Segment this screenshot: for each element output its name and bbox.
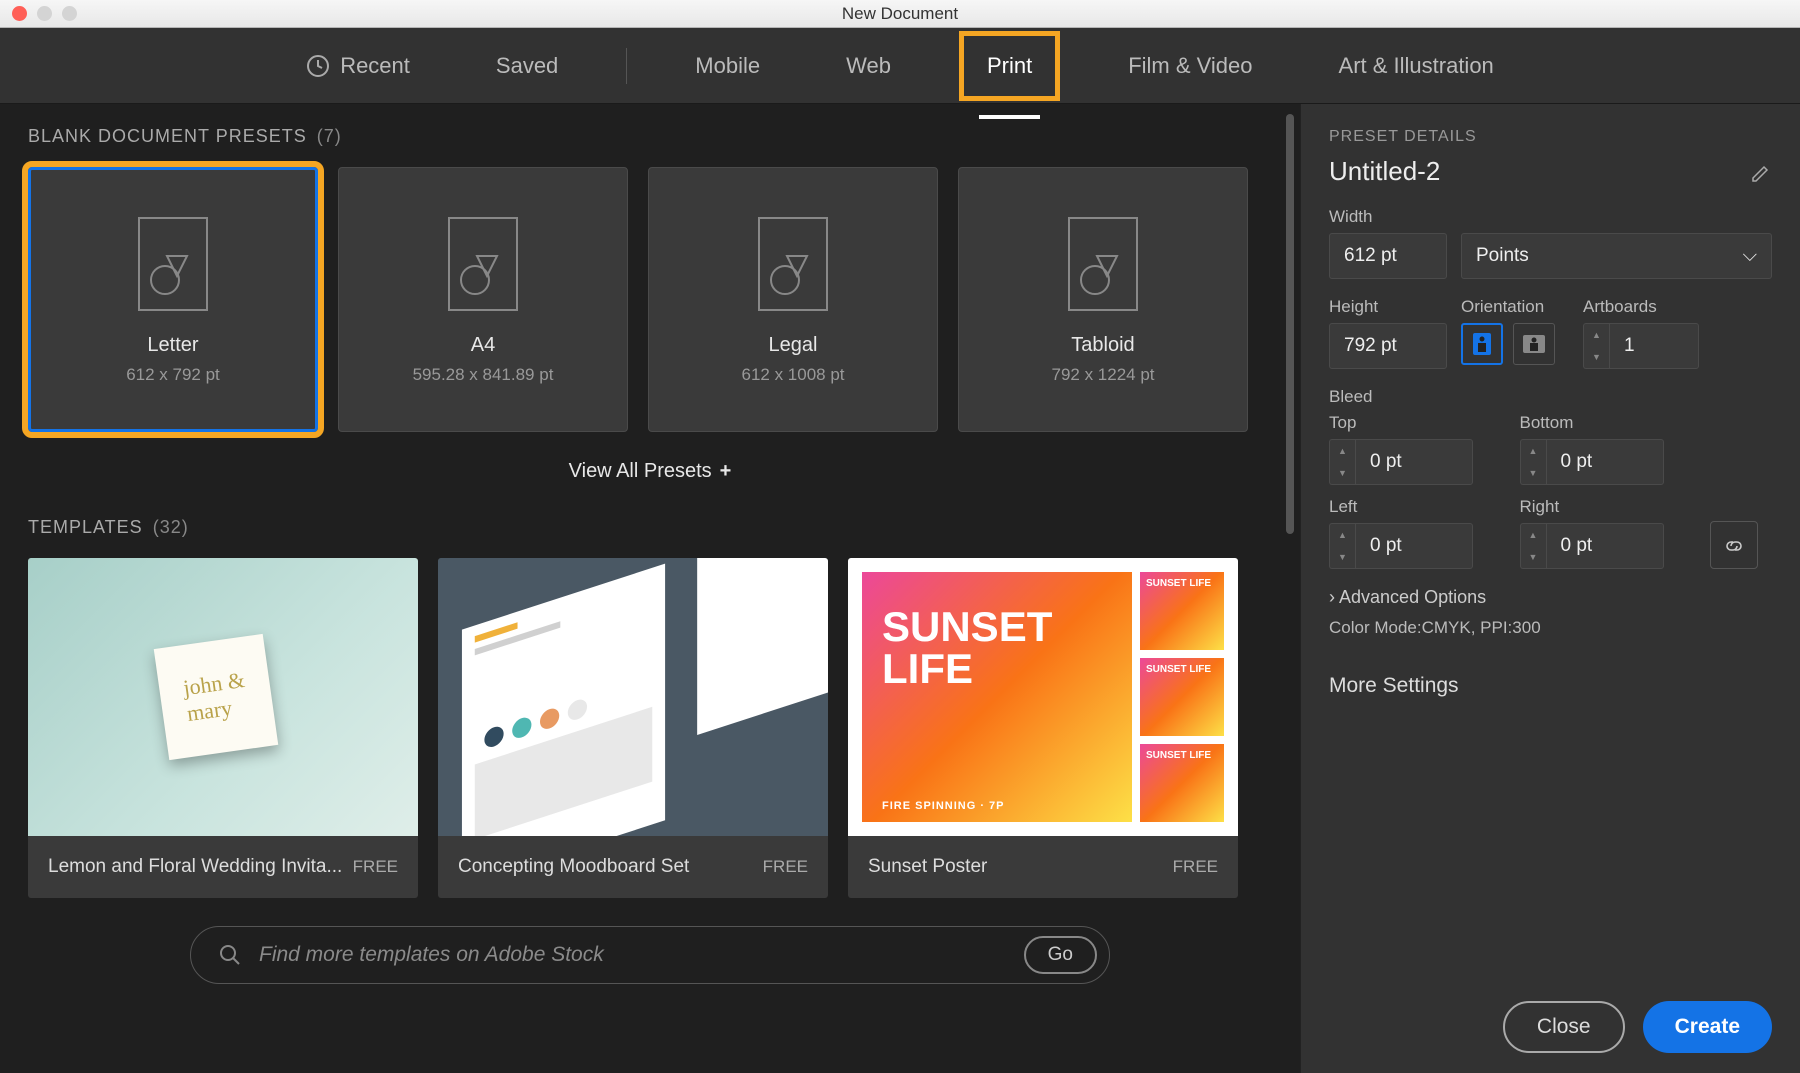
tab-divider	[626, 48, 627, 84]
create-button[interactable]: Create	[1643, 1001, 1772, 1053]
tab-recent[interactable]: Recent	[288, 45, 428, 87]
preset-details-panel: PRESET DETAILS Untitled-2 Width 612 pt P…	[1300, 104, 1800, 1073]
close-button[interactable]: Close	[1503, 1001, 1625, 1053]
bleed-left-field[interactable]: ▲▼0 pt	[1329, 523, 1504, 569]
window-title: New Document	[842, 4, 958, 24]
free-badge: FREE	[353, 857, 398, 877]
template-moodboard[interactable]: Concepting Moodboard SetFREE	[438, 558, 828, 898]
page-icon	[1059, 214, 1147, 314]
link-icon	[1723, 534, 1745, 556]
window-maximize-button[interactable]	[62, 6, 77, 21]
templates-heading: TEMPLATES(32)	[28, 517, 1272, 538]
template-thumbnail	[438, 558, 828, 836]
page-icon	[129, 214, 217, 314]
category-tabs: Recent Saved Mobile Web Print Film & Vid…	[0, 28, 1800, 104]
height-label: Height	[1329, 297, 1447, 317]
color-mode-text: Color Mode:CMYK, PPI:300	[1329, 618, 1772, 638]
preset-tabloid[interactable]: Tabloid 792 x 1224 pt	[958, 167, 1248, 432]
orientation-label: Orientation	[1461, 297, 1555, 317]
preset-dimensions: 612 x 792 pt	[126, 365, 220, 385]
page-icon	[439, 214, 527, 314]
units-select[interactable]: Points ⌵	[1461, 233, 1772, 279]
link-bleed-button[interactable]	[1710, 521, 1758, 569]
more-settings-button[interactable]: More Settings	[1329, 674, 1772, 698]
orientation-portrait[interactable]	[1461, 323, 1503, 365]
scrollbar[interactable]	[1286, 114, 1294, 534]
page-icon	[749, 214, 837, 314]
search-icon	[219, 944, 241, 966]
plus-icon: +	[720, 460, 732, 482]
template-sunset-poster[interactable]: SUNSET LIFEFIRE SPINNING · 7P SUNSET LIF…	[848, 558, 1238, 898]
tab-mobile[interactable]: Mobile	[677, 45, 778, 87]
bleed-right-field[interactable]: ▲▼0 pt	[1520, 523, 1695, 569]
tab-web[interactable]: Web	[828, 45, 909, 87]
clock-icon	[306, 54, 330, 78]
tab-label: Recent	[340, 53, 410, 79]
chevron-up-icon[interactable]: ▲	[1584, 324, 1609, 346]
advanced-options-toggle[interactable]: › Advanced Options	[1329, 587, 1772, 608]
window-titlebar: New Document	[0, 0, 1800, 28]
bleed-label: Bleed	[1329, 387, 1772, 407]
template-search[interactable]: Find more templates on Adobe Stock Go	[190, 926, 1110, 984]
preset-name: Letter	[147, 334, 198, 357]
edit-icon[interactable]	[1750, 161, 1772, 183]
height-field[interactable]: 792 pt	[1329, 323, 1447, 369]
chevron-down-icon: ⌵	[1743, 245, 1757, 267]
tab-film-video[interactable]: Film & Video	[1110, 45, 1270, 87]
template-name: Lemon and Floral Wedding Invita...	[48, 856, 342, 878]
artboards-label: Artboards	[1583, 297, 1699, 317]
presets-panel: BLANK DOCUMENT PRESETS(7) Letter 612 x 7…	[0, 104, 1300, 1073]
chevron-down-icon[interactable]: ▼	[1584, 346, 1609, 368]
window-minimize-button[interactable]	[37, 6, 52, 21]
preset-letter[interactable]: Letter 612 x 792 pt	[28, 167, 318, 432]
document-name[interactable]: Untitled-2	[1329, 156, 1440, 187]
window-close-button[interactable]	[12, 6, 27, 21]
template-thumbnail: SUNSET LIFEFIRE SPINNING · 7P SUNSET LIF…	[848, 558, 1238, 836]
tab-print[interactable]: Print	[959, 31, 1060, 101]
go-button[interactable]: Go	[1024, 936, 1097, 974]
preset-legal[interactable]: Legal 612 x 1008 pt	[648, 167, 938, 432]
chevron-right-icon: ›	[1329, 587, 1335, 607]
width-label: Width	[1329, 207, 1772, 227]
orientation-landscape[interactable]	[1513, 323, 1555, 365]
tab-saved[interactable]: Saved	[478, 45, 576, 87]
artboards-stepper[interactable]: ▲▼ 1	[1583, 323, 1699, 369]
width-field[interactable]: 612 pt	[1329, 233, 1447, 279]
bleed-top-field[interactable]: ▲▼0 pt	[1329, 439, 1504, 485]
bleed-bottom-field[interactable]: ▲▼0 pt	[1520, 439, 1695, 485]
preset-a4[interactable]: A4 595.28 x 841.89 pt	[338, 167, 628, 432]
template-wedding-invitation[interactable]: Lemon and Floral Wedding Invita... FREE	[28, 558, 418, 898]
template-thumbnail	[28, 558, 418, 836]
tab-art-illustration[interactable]: Art & Illustration	[1321, 45, 1512, 87]
view-all-presets-button[interactable]: View All Presets+	[28, 460, 1272, 483]
details-heading: PRESET DETAILS	[1329, 128, 1772, 146]
search-placeholder: Find more templates on Adobe Stock	[259, 943, 1006, 967]
presets-heading: BLANK DOCUMENT PRESETS(7)	[28, 126, 1272, 147]
